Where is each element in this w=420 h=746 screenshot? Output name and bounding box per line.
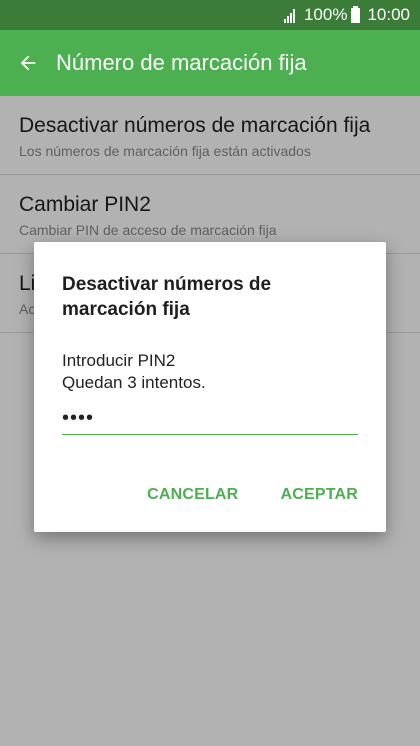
clock: 10:00 [367,5,410,24]
pin-prompt: Introducir PIN2 [62,351,176,370]
status-indicators: 100% 10:00 [283,0,410,30]
battery-percentage: 100% [303,5,348,24]
status-bar: 100% 10:00 [0,0,420,30]
pin2-input[interactable]: •••• [62,402,358,435]
pin2-dialog: Desactivar números de marcación fija Int… [34,242,386,532]
cancel-button[interactable]: CANCELAR [147,486,238,504]
app-bar: Número de marcación fija [0,30,420,96]
page-title: Número de marcación fija [56,50,307,75]
signal-icon [283,7,296,23]
attempts-remaining: Quedan 3 intentos. [62,373,206,392]
battery-icon [351,5,361,23]
accept-button[interactable]: ACEPTAR [280,486,358,504]
dialog-title: Desactivar números de marcación fija [62,274,272,320]
dialog-actions: CANCELAR ACEPTAR [147,486,358,504]
dialog-message: Introducir PIN2 Quedan 3 intentos. [62,350,358,394]
back-arrow-icon[interactable] [16,51,40,75]
